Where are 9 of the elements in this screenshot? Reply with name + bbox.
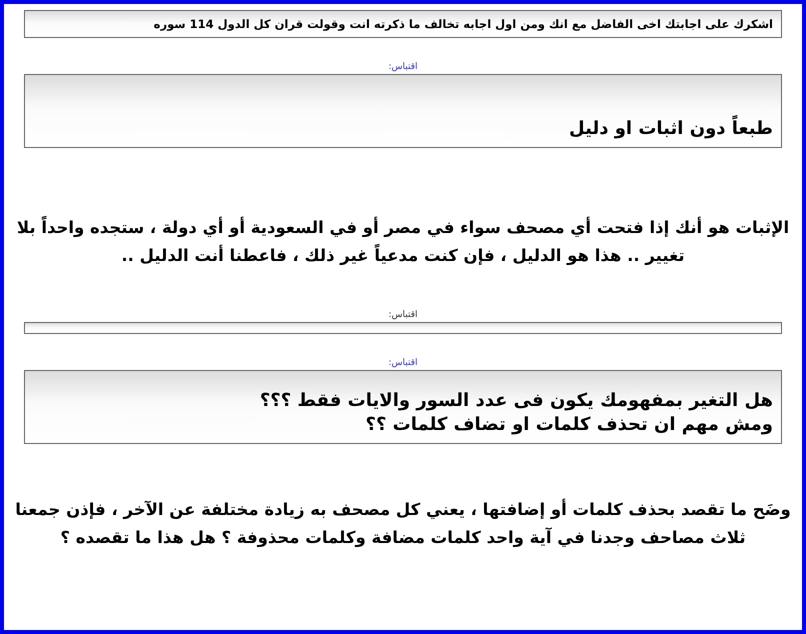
post-paragraph: وضَح ما تقصد بحذف كلمات أو إضافتها ، يعني كل مصحف به زيادة مختلفة عن الآخر ، فإذن جمعنا ثلاث مصاحف وجدنا في آية واحد كلمات مضافة وكلمات محذوفة ؟ هل هذا ما تقصده ؟	[14, 498, 792, 549]
quote-label: اقتباس:	[388, 310, 418, 320]
quote-text: هل التغير بمفهومك يكون فى عدد السور والايات فقط ؟؟؟	[258, 389, 773, 413]
quote-label: اقتباس:	[388, 358, 418, 368]
post-paragraph: الإثبات هو أنك إذا فتحت أي مصحف سواء في مصر أو في السعودية أو أي دولة ، ستجده واحداً بلا تغيير .. هذا هو الدليل ، فإن كنت مدعياً غير ذلك ، فاعطنا أنت الدليل ..	[6, 214, 800, 270]
quote-text: طبعاً دون اثبات او دليل	[33, 117, 773, 141]
quote-text: ومش مهم ان تحذف كلمات او تضاف كلمات ؟؟	[364, 413, 773, 437]
quote-text: اشكرك على اجابتك اخى الفاضل مع انك ومن اول اجابه تخالف ما ذكرته انت وقولت قران كل الدول 114 سوره	[152, 17, 773, 31]
quote-label: اقتباس:	[388, 62, 418, 72]
